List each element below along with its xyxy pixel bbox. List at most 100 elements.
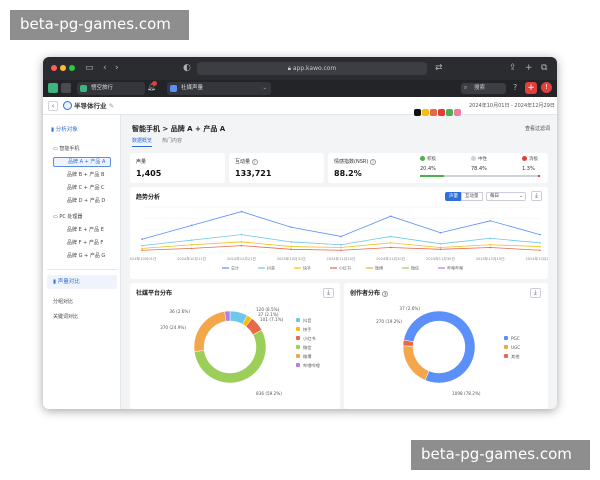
legend-label[interactable]: 哔哩哔哩 (447, 265, 463, 271)
edit-icon[interactable]: ✎ (109, 102, 114, 110)
close-window-button[interactable] (51, 65, 57, 71)
data-point[interactable] (439, 248, 442, 251)
data-point[interactable] (539, 242, 541, 244)
sidebar-link-keyword-compare[interactable]: 关键词对比 (53, 312, 78, 322)
help-icon[interactable]: ? (513, 83, 517, 92)
legend-label[interactable]: 微信 (303, 344, 311, 351)
sidebar-item-brand-d[interactable]: 品牌 D + 产品 D (53, 196, 111, 206)
url-bar[interactable]: 🔒︎ app.kawo.com (197, 62, 427, 75)
legend-label[interactable]: 快手 (303, 265, 311, 271)
translate-icon[interactable]: ⇄ (435, 62, 443, 74)
date-range[interactable]: 2024年10月01日 - 2024年12月29日 (469, 100, 555, 112)
legend-label[interactable]: 总计 (231, 265, 239, 271)
data-point[interactable] (340, 246, 342, 249)
data-point[interactable] (539, 249, 541, 252)
legend-label[interactable]: PGC (511, 336, 520, 341)
back-nav-icon[interactable]: ‹ (103, 62, 107, 74)
data-point[interactable] (240, 241, 243, 243)
legend-label[interactable]: 快手 (303, 326, 311, 333)
tab-overview[interactable]: 数据概览 (132, 137, 153, 147)
sidebar-group-pc[interactable]: ▭ PC 处理器 (53, 212, 82, 222)
tab-2[interactable]: 社媒声量 ⌄ (167, 82, 271, 95)
search-field[interactable]: ⌕ 搜索 (461, 83, 506, 94)
legend-label[interactable]: 抖音 (303, 317, 311, 324)
data-point[interactable] (389, 215, 392, 217)
zoom-window-button[interactable] (69, 65, 75, 71)
data-point[interactable] (340, 243, 342, 246)
help-icon[interactable]: ? (251, 158, 258, 165)
data-point[interactable] (141, 238, 143, 240)
sidebar-section-compare[interactable]: ▮ 声量对比 (47, 275, 117, 289)
data-point[interactable] (389, 242, 392, 244)
data-point[interactable] (539, 233, 541, 236)
data-point[interactable] (141, 244, 143, 247)
legend-label[interactable]: 其他 (511, 353, 520, 360)
data-point[interactable] (190, 224, 193, 227)
back-button[interactable]: ‹ (48, 101, 58, 111)
help-icon[interactable]: ? (382, 290, 389, 297)
legend-label[interactable]: 抖音 (267, 265, 275, 271)
data-point[interactable] (290, 226, 293, 229)
data-point[interactable] (389, 235, 392, 238)
sidebar-item-brand-a[interactable]: 品牌 A + 产品 A (53, 157, 111, 167)
data-point[interactable] (389, 246, 392, 249)
legend-label[interactable]: 哔哩哔哩 (303, 362, 321, 369)
donut-slice-1[interactable] (402, 345, 430, 381)
new-tab-icon[interactable]: + (525, 62, 533, 74)
legend-label[interactable]: 微博 (375, 265, 383, 271)
help-icon[interactable]: ? (369, 158, 376, 165)
view-filter-words-link[interactable]: 查看过滤词 (525, 125, 550, 132)
data-point[interactable] (439, 243, 442, 245)
add-button[interactable]: + (525, 82, 537, 94)
share-icon[interactable]: ⇪ (509, 62, 517, 74)
download-button[interactable]: ⤓ (530, 288, 541, 298)
data-point[interactable] (240, 210, 243, 213)
data-point[interactable] (489, 246, 492, 249)
data-point[interactable] (290, 241, 293, 243)
chevron-down-icon[interactable]: ⌄ (262, 82, 267, 95)
legend-label[interactable]: UGC (511, 345, 520, 350)
data-point[interactable] (489, 220, 492, 222)
data-point[interactable] (240, 233, 243, 236)
donut-slice-4[interactable] (193, 311, 227, 352)
forward-nav-icon[interactable]: › (115, 62, 119, 74)
legend-label[interactable]: 微博 (303, 353, 312, 360)
sidebar-item-brand-c[interactable]: 品牌 C + 产品 C (53, 183, 111, 193)
minimize-window-button[interactable] (60, 65, 66, 71)
data-point[interactable] (190, 243, 193, 246)
granularity-select[interactable]: 每日 ⌄ (486, 192, 526, 201)
legend-label[interactable]: 小红书 (339, 265, 351, 271)
data-point[interactable] (290, 248, 293, 251)
data-point[interactable] (340, 249, 342, 252)
data-point[interactable] (141, 247, 143, 250)
data-point[interactable] (190, 247, 193, 250)
data-point[interactable] (290, 245, 293, 248)
sidebar-item-brand-f[interactable]: 品牌 F + 产品 F (53, 238, 111, 248)
sidebar-toggle-icon[interactable]: ▭ (85, 62, 94, 74)
user-avatar[interactable]: ! (541, 82, 552, 93)
sidebar-item-brand-g[interactable]: 品牌 G + 产品 G (53, 251, 111, 261)
toggle-volume[interactable]: 声量 (445, 192, 462, 201)
data-point[interactable] (340, 235, 342, 238)
tab-overview-icon[interactable]: ⧉ (541, 62, 547, 74)
sidebar-group-phone[interactable]: ▭ 智能手机 (53, 144, 79, 154)
sidebar-link-group-compare[interactable]: 分组对比 (53, 297, 73, 307)
data-point[interactable] (141, 249, 143, 252)
data-point[interactable] (489, 243, 492, 246)
tab-1[interactable]: 悟空旅行 (77, 82, 145, 95)
legend-label[interactable]: 小红书 (303, 335, 316, 342)
sidebar-item-brand-e[interactable]: 品牌 E + 产品 E (53, 225, 111, 235)
legend-label[interactable]: 微信 (411, 265, 419, 271)
download-button[interactable]: ⤓ (531, 191, 542, 201)
tab-hot-content[interactable]: 热门内容 (162, 137, 182, 146)
toggle-engagement[interactable]: 互动量 (461, 192, 483, 201)
download-button[interactable]: ⤓ (323, 288, 334, 298)
data-point[interactable] (539, 245, 541, 248)
workspace-icon[interactable] (61, 83, 71, 93)
data-point[interactable] (439, 231, 442, 234)
data-point[interactable] (240, 244, 243, 247)
data-point[interactable] (489, 237, 492, 240)
data-point[interactable] (190, 239, 193, 241)
sidebar-item-brand-b[interactable]: 品牌 B + 产品 B (53, 170, 111, 180)
data-point[interactable] (439, 246, 442, 249)
